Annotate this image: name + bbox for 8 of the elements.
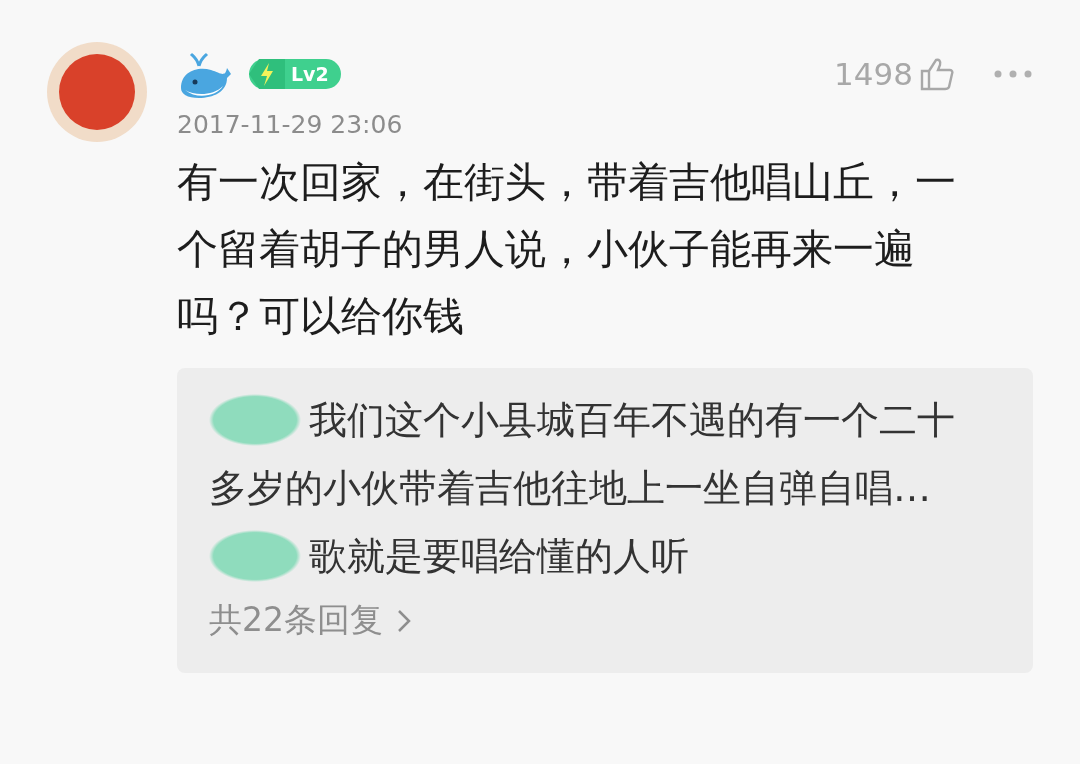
comment-date: 2017-11-29 23:06 [177,110,404,139]
chevron-right-icon[interactable] [397,608,411,633]
thumbs-up-icon[interactable] [919,57,955,91]
reply-count-link[interactable]: 共22条回复 [209,598,383,643]
comment-text: 有一次回家，在街头，带着吉他唱山丘，一个留着胡子的男人说，小伙子能再来一遍吗？可以给你钱 [177,157,957,342]
more-icon[interactable] [993,69,1033,79]
level-badge: Lv2 [249,59,341,89]
like-count: 1498 [834,56,913,92]
